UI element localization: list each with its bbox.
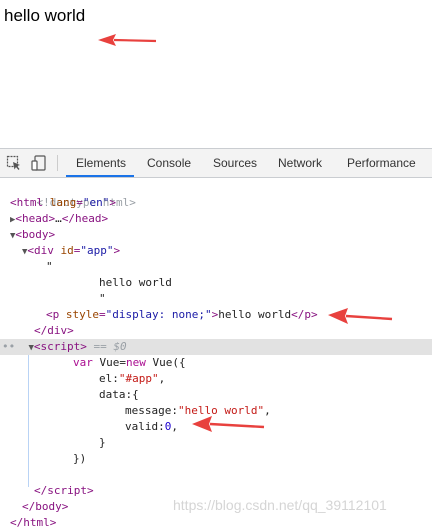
js-line-7: }) — [73, 452, 87, 465]
body-close-line[interactable]: </body> — [22, 499, 68, 515]
body-tag: body — [22, 228, 49, 241]
div-attr-value: "app" — [80, 244, 114, 257]
more-dots-icon[interactable]: •• — [2, 340, 15, 353]
head-close-tag: head — [75, 212, 102, 225]
div-open-line[interactable]: ▼<div id="app"> — [22, 243, 120, 259]
js-punct: , — [171, 420, 178, 433]
js-text: Vue({ — [145, 356, 186, 369]
script-close-tag: /script — [40, 484, 87, 497]
js-string: "#app" — [118, 372, 159, 385]
html-attr-value: "en" — [82, 196, 110, 209]
js-text: Vue= — [92, 356, 126, 369]
annotation-arrow-icon — [192, 416, 265, 432]
body-open-line[interactable]: ▼<body> — [10, 227, 55, 243]
inspect-icon[interactable] — [6, 155, 22, 171]
rendered-page: hello world — [0, 0, 432, 148]
toolbar-divider — [57, 155, 58, 171]
js-text: data:{ — [99, 388, 139, 401]
js-key: message: — [125, 404, 178, 417]
js-line-2: el:"#app", — [99, 371, 165, 387]
p-line[interactable]: <p style="display: none;">hello world</p… — [46, 307, 318, 323]
head-ellipsis: … — [55, 212, 62, 225]
html-close-tag: /html — [16, 516, 50, 529]
head-line[interactable]: ▶<head>…</head> — [10, 211, 108, 227]
html-attr: lang — [49, 196, 77, 209]
p-text: hello world — [218, 308, 292, 321]
p-attr: style — [65, 308, 99, 321]
script-close-line[interactable]: </script> — [34, 483, 94, 499]
annotation-arrow-icon — [328, 308, 393, 324]
js-line-3: data:{ — [99, 387, 139, 403]
tab-performance[interactable]: Performance — [347, 149, 416, 177]
p-tag: p — [52, 308, 60, 321]
js-line-1: var Vue=new Vue({ — [73, 355, 186, 371]
script-open-line[interactable]: •• ▼<script> == $0 — [2, 339, 127, 355]
elements-tree[interactable]: <!doctype html> <html lang="en"> ▶<head>… — [0, 178, 432, 529]
devtools-toolbar: Elements Console Sources Network Perform… — [0, 149, 432, 178]
js-punct: , — [158, 372, 166, 385]
script-indent-guide — [28, 355, 29, 487]
js-keyword-var: var — [73, 356, 93, 369]
tab-sources[interactable]: Sources — [213, 149, 257, 177]
div-close-tag: /div — [40, 324, 68, 337]
annotation-arrow-icon — [98, 34, 157, 46]
html-tag: html — [16, 196, 44, 209]
div-tag: div — [34, 244, 54, 257]
text-node-hello[interactable]: hello world — [99, 275, 172, 291]
div-close-line[interactable]: </div> — [34, 323, 74, 339]
head-tag: head — [22, 212, 49, 225]
p-attr-value: "display: none;" — [105, 308, 212, 321]
text-quote-close: " — [99, 292, 106, 305]
js-line-5: valid:0, — [125, 419, 178, 435]
tab-network[interactable]: Network — [278, 149, 322, 177]
watermark-text: https://blog.csdn.net/qq_39112101 — [173, 497, 387, 513]
text-quote-open: " — [46, 260, 53, 273]
p-close-tag: p — [304, 308, 311, 321]
device-toggle-icon[interactable] — [31, 155, 47, 171]
tab-console[interactable]: Console — [147, 149, 191, 177]
js-key: valid: — [125, 420, 165, 433]
tab-elements[interactable]: Elements — [76, 149, 126, 177]
active-tab-indicator — [66, 175, 134, 177]
div-attr: id — [60, 244, 74, 257]
body-close-tag: /body — [28, 500, 62, 513]
js-keyword-new: new — [126, 356, 146, 369]
html-open-line[interactable]: <html lang="en"> — [10, 195, 116, 211]
page-hello-text: hello world — [4, 6, 86, 25]
js-line-6: } — [99, 436, 106, 449]
doctype-line[interactable]: <!doctype html> — [10, 179, 136, 209]
selected-node-marker: == $0 — [86, 340, 127, 353]
js-key: el: — [99, 372, 119, 385]
script-tag: script — [40, 340, 81, 353]
html-close-line[interactable]: </html> — [10, 515, 56, 531]
